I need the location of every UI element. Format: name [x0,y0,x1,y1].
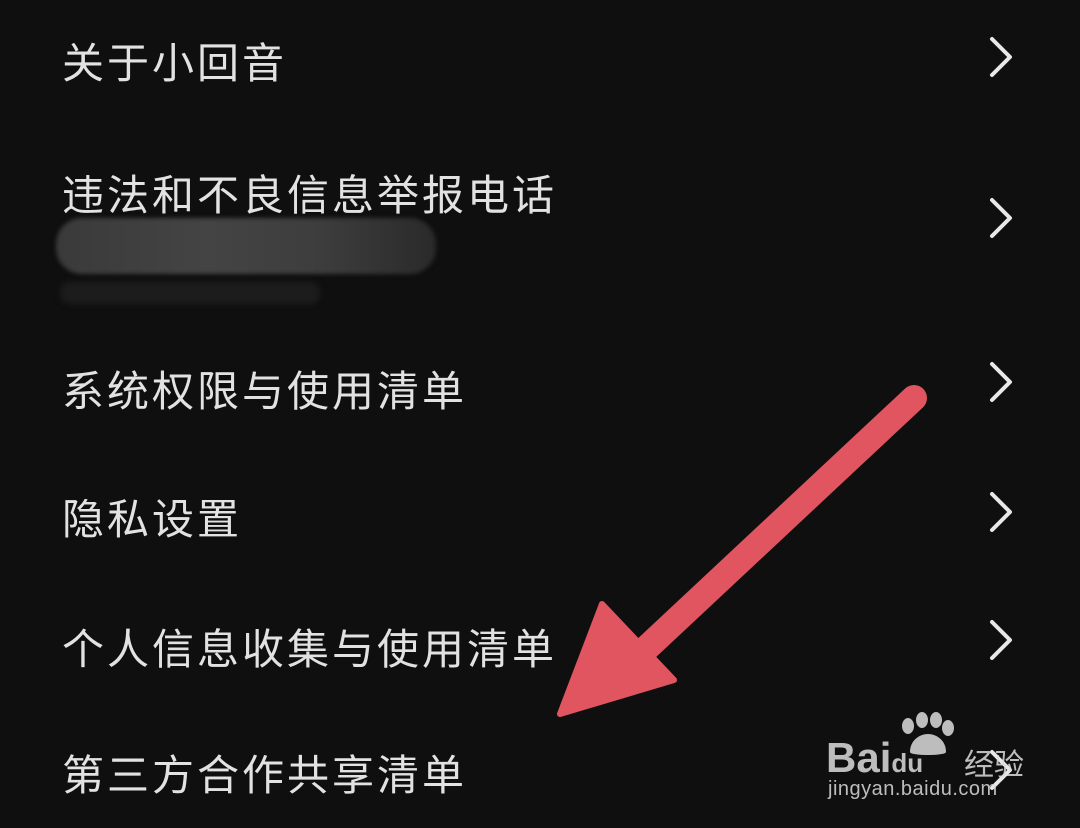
baidu-jingyan-watermark: Baidu 经验 jingyan.baidu.com [826,712,1036,808]
watermark-brand: Baidu [826,734,924,781]
annotation-arrow-icon [557,385,927,717]
watermark-url: jingyan.baidu.com [828,778,998,800]
settings-screen: 关于小回音 违法和不良信息举报电话 系统权限与使用清单 隐私设置 个人信息收集与… [0,0,1080,828]
